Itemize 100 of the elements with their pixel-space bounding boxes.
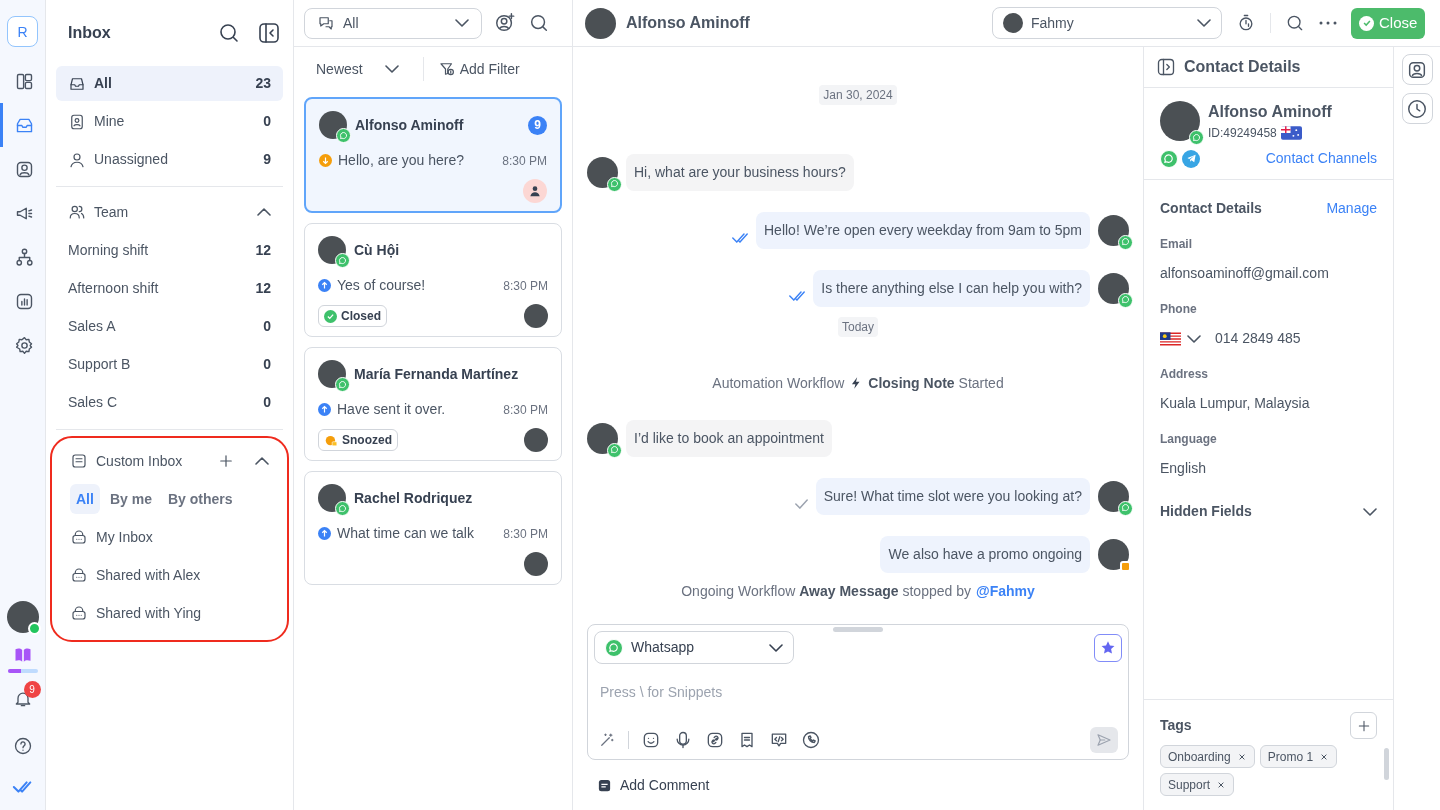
country-code-dropdown[interactable] bbox=[1187, 334, 1201, 343]
emoji-button[interactable] bbox=[641, 730, 661, 750]
field-label: Phone bbox=[1160, 301, 1198, 318]
search-button[interactable] bbox=[528, 12, 550, 34]
search-icon bbox=[528, 12, 550, 34]
channel-filter-dropdown[interactable]: All bbox=[304, 7, 482, 39]
hierarchy-icon bbox=[13, 246, 35, 268]
field-value: Kuala Lumpur, Malaysia bbox=[1160, 394, 1311, 413]
collapse-button[interactable] bbox=[257, 21, 281, 45]
chevron-icon bbox=[1197, 19, 1211, 27]
history-button[interactable] bbox=[1401, 93, 1433, 124]
avatar bbox=[587, 156, 618, 188]
channel-dropdown[interactable]: Whatsapp bbox=[594, 631, 794, 664]
add-button[interactable] bbox=[217, 452, 235, 470]
avatar bbox=[587, 422, 618, 454]
field-value: 014 2849 485 bbox=[1215, 329, 1301, 348]
inbox-item[interactable]: Mine 0 bbox=[56, 104, 283, 139]
filter-tab[interactable]: By me bbox=[103, 484, 158, 514]
avatar bbox=[1098, 214, 1129, 246]
avatar bbox=[1003, 13, 1023, 33]
tag: Promo 1 bbox=[1259, 745, 1338, 768]
avatar bbox=[585, 7, 616, 39]
id-badge-icon bbox=[68, 112, 86, 131]
chevron-icon bbox=[384, 65, 399, 73]
search-button[interactable] bbox=[217, 21, 241, 45]
filter-tab[interactable]: By others bbox=[161, 484, 239, 514]
ai-assist-button[interactable] bbox=[1094, 633, 1122, 662]
note-icon bbox=[597, 777, 612, 793]
help-icon bbox=[12, 736, 33, 756]
custom-inbox-item[interactable]: Shared with Alex bbox=[58, 556, 281, 594]
inbox-item[interactable]: Unassigned 9 bbox=[56, 142, 283, 177]
item-count: 12 bbox=[255, 240, 271, 260]
item-count: 0 bbox=[263, 392, 271, 412]
add-contact-button[interactable] bbox=[494, 12, 516, 34]
remove-tag-button[interactable] bbox=[1319, 751, 1330, 762]
outgoing-message: Sure! What time slot were you looking at? bbox=[815, 477, 1090, 515]
resize-handle[interactable] bbox=[833, 627, 883, 632]
team-section-header[interactable]: Team bbox=[56, 193, 283, 231]
team-item[interactable]: Morning shift 12 bbox=[56, 231, 283, 269]
add-filter-button[interactable]: Add Filter bbox=[437, 58, 520, 80]
avatar bbox=[1098, 538, 1129, 570]
magic-wand-icon bbox=[598, 731, 616, 749]
custom-inbox-item[interactable]: My Inbox bbox=[58, 518, 281, 556]
conversation-card[interactable]: Alfonso Aminoff 9 Hello, are you here? 8:30 PM bbox=[304, 97, 562, 213]
date-separator: Jan 30, 2024 bbox=[819, 85, 897, 105]
conversation-card[interactable]: María Fernanda Martínez Have sent it over. 8:30 PM Snoozed bbox=[304, 347, 562, 461]
help-button[interactable] bbox=[12, 736, 33, 756]
group-icon bbox=[68, 203, 86, 221]
team-item[interactable]: Sales A 0 bbox=[56, 307, 283, 345]
chevron-icon bbox=[769, 643, 783, 652]
call-button[interactable] bbox=[801, 730, 821, 750]
message-input[interactable]: Press \ for Snippets bbox=[594, 678, 1122, 706]
field-label: Language bbox=[1160, 431, 1218, 448]
avatar bbox=[1098, 272, 1129, 304]
field-value: alfonsoaminoff@gmail.com bbox=[1160, 264, 1330, 283]
team-item[interactable]: Sales C 0 bbox=[56, 383, 283, 421]
panel-toggle-button[interactable] bbox=[1156, 57, 1176, 77]
conversation-card[interactable]: Cù Hội Yes of course! 8:30 PM Closed bbox=[304, 223, 562, 337]
outgoing-message: We also have a promo ongoing bbox=[880, 535, 1090, 573]
contact-channels-link[interactable]: Contact Channels bbox=[1265, 148, 1377, 169]
remove-tag-button[interactable] bbox=[1216, 779, 1227, 790]
inbox-item[interactable]: All 23 bbox=[56, 66, 283, 101]
chat-contact-name: Alfonso Aminoff bbox=[626, 13, 750, 33]
avatar bbox=[1098, 480, 1129, 512]
close-icon bbox=[1319, 751, 1330, 762]
close-icon bbox=[1236, 751, 1247, 762]
scrollbar-thumb[interactable] bbox=[1384, 748, 1389, 780]
conversation-card[interactable]: Rachel Rodriquez What time can we talk 8:30 PM bbox=[304, 471, 562, 585]
tag: Support bbox=[1160, 773, 1235, 796]
more-button[interactable] bbox=[1319, 21, 1337, 25]
section-title: Contact Details bbox=[1160, 199, 1262, 218]
workspace-button[interactable]: R bbox=[7, 16, 38, 47]
tag: Onboarding bbox=[1160, 745, 1255, 768]
workflow-event-text: Closing Note Started bbox=[868, 373, 1004, 393]
chevron-icon bbox=[1187, 334, 1201, 343]
contact-name: Alfonso Aminoff bbox=[1208, 102, 1332, 122]
more-icon bbox=[1319, 21, 1337, 25]
message-time: 8:30 PM bbox=[502, 152, 547, 170]
custom-inbox-header[interactable]: Custom Inbox bbox=[96, 450, 209, 472]
search-button[interactable] bbox=[1285, 13, 1305, 33]
remove-tag-button[interactable] bbox=[1236, 751, 1247, 762]
contact-details-button[interactable] bbox=[1401, 54, 1433, 85]
mention-link[interactable]: @Fahmy bbox=[976, 580, 1035, 602]
chevron-icon bbox=[255, 457, 269, 465]
collapse-section-button[interactable] bbox=[255, 457, 269, 465]
profile-button[interactable] bbox=[6, 601, 39, 633]
assignee-dropdown[interactable]: Fahmy bbox=[992, 7, 1222, 39]
team-item[interactable]: Support B 0 bbox=[56, 345, 283, 383]
add-comment-button[interactable]: Add Comment bbox=[597, 760, 1119, 810]
status-badge: Closed bbox=[318, 305, 387, 327]
sort-dropdown[interactable]: Newest bbox=[306, 58, 409, 80]
send-icon bbox=[1095, 731, 1113, 749]
manage-link[interactable]: Manage bbox=[1326, 198, 1377, 219]
attach-button[interactable] bbox=[705, 730, 725, 750]
contact-name: Cù Hội bbox=[354, 240, 401, 260]
search-icon bbox=[217, 21, 241, 45]
custom-inbox-item[interactable]: Shared with Ying bbox=[58, 594, 281, 632]
magic-wand-button[interactable] bbox=[598, 731, 616, 749]
team-item[interactable]: Afternoon shift 12 bbox=[56, 269, 283, 307]
hidden-fields-toggle[interactable]: Hidden Fields bbox=[1160, 501, 1377, 522]
